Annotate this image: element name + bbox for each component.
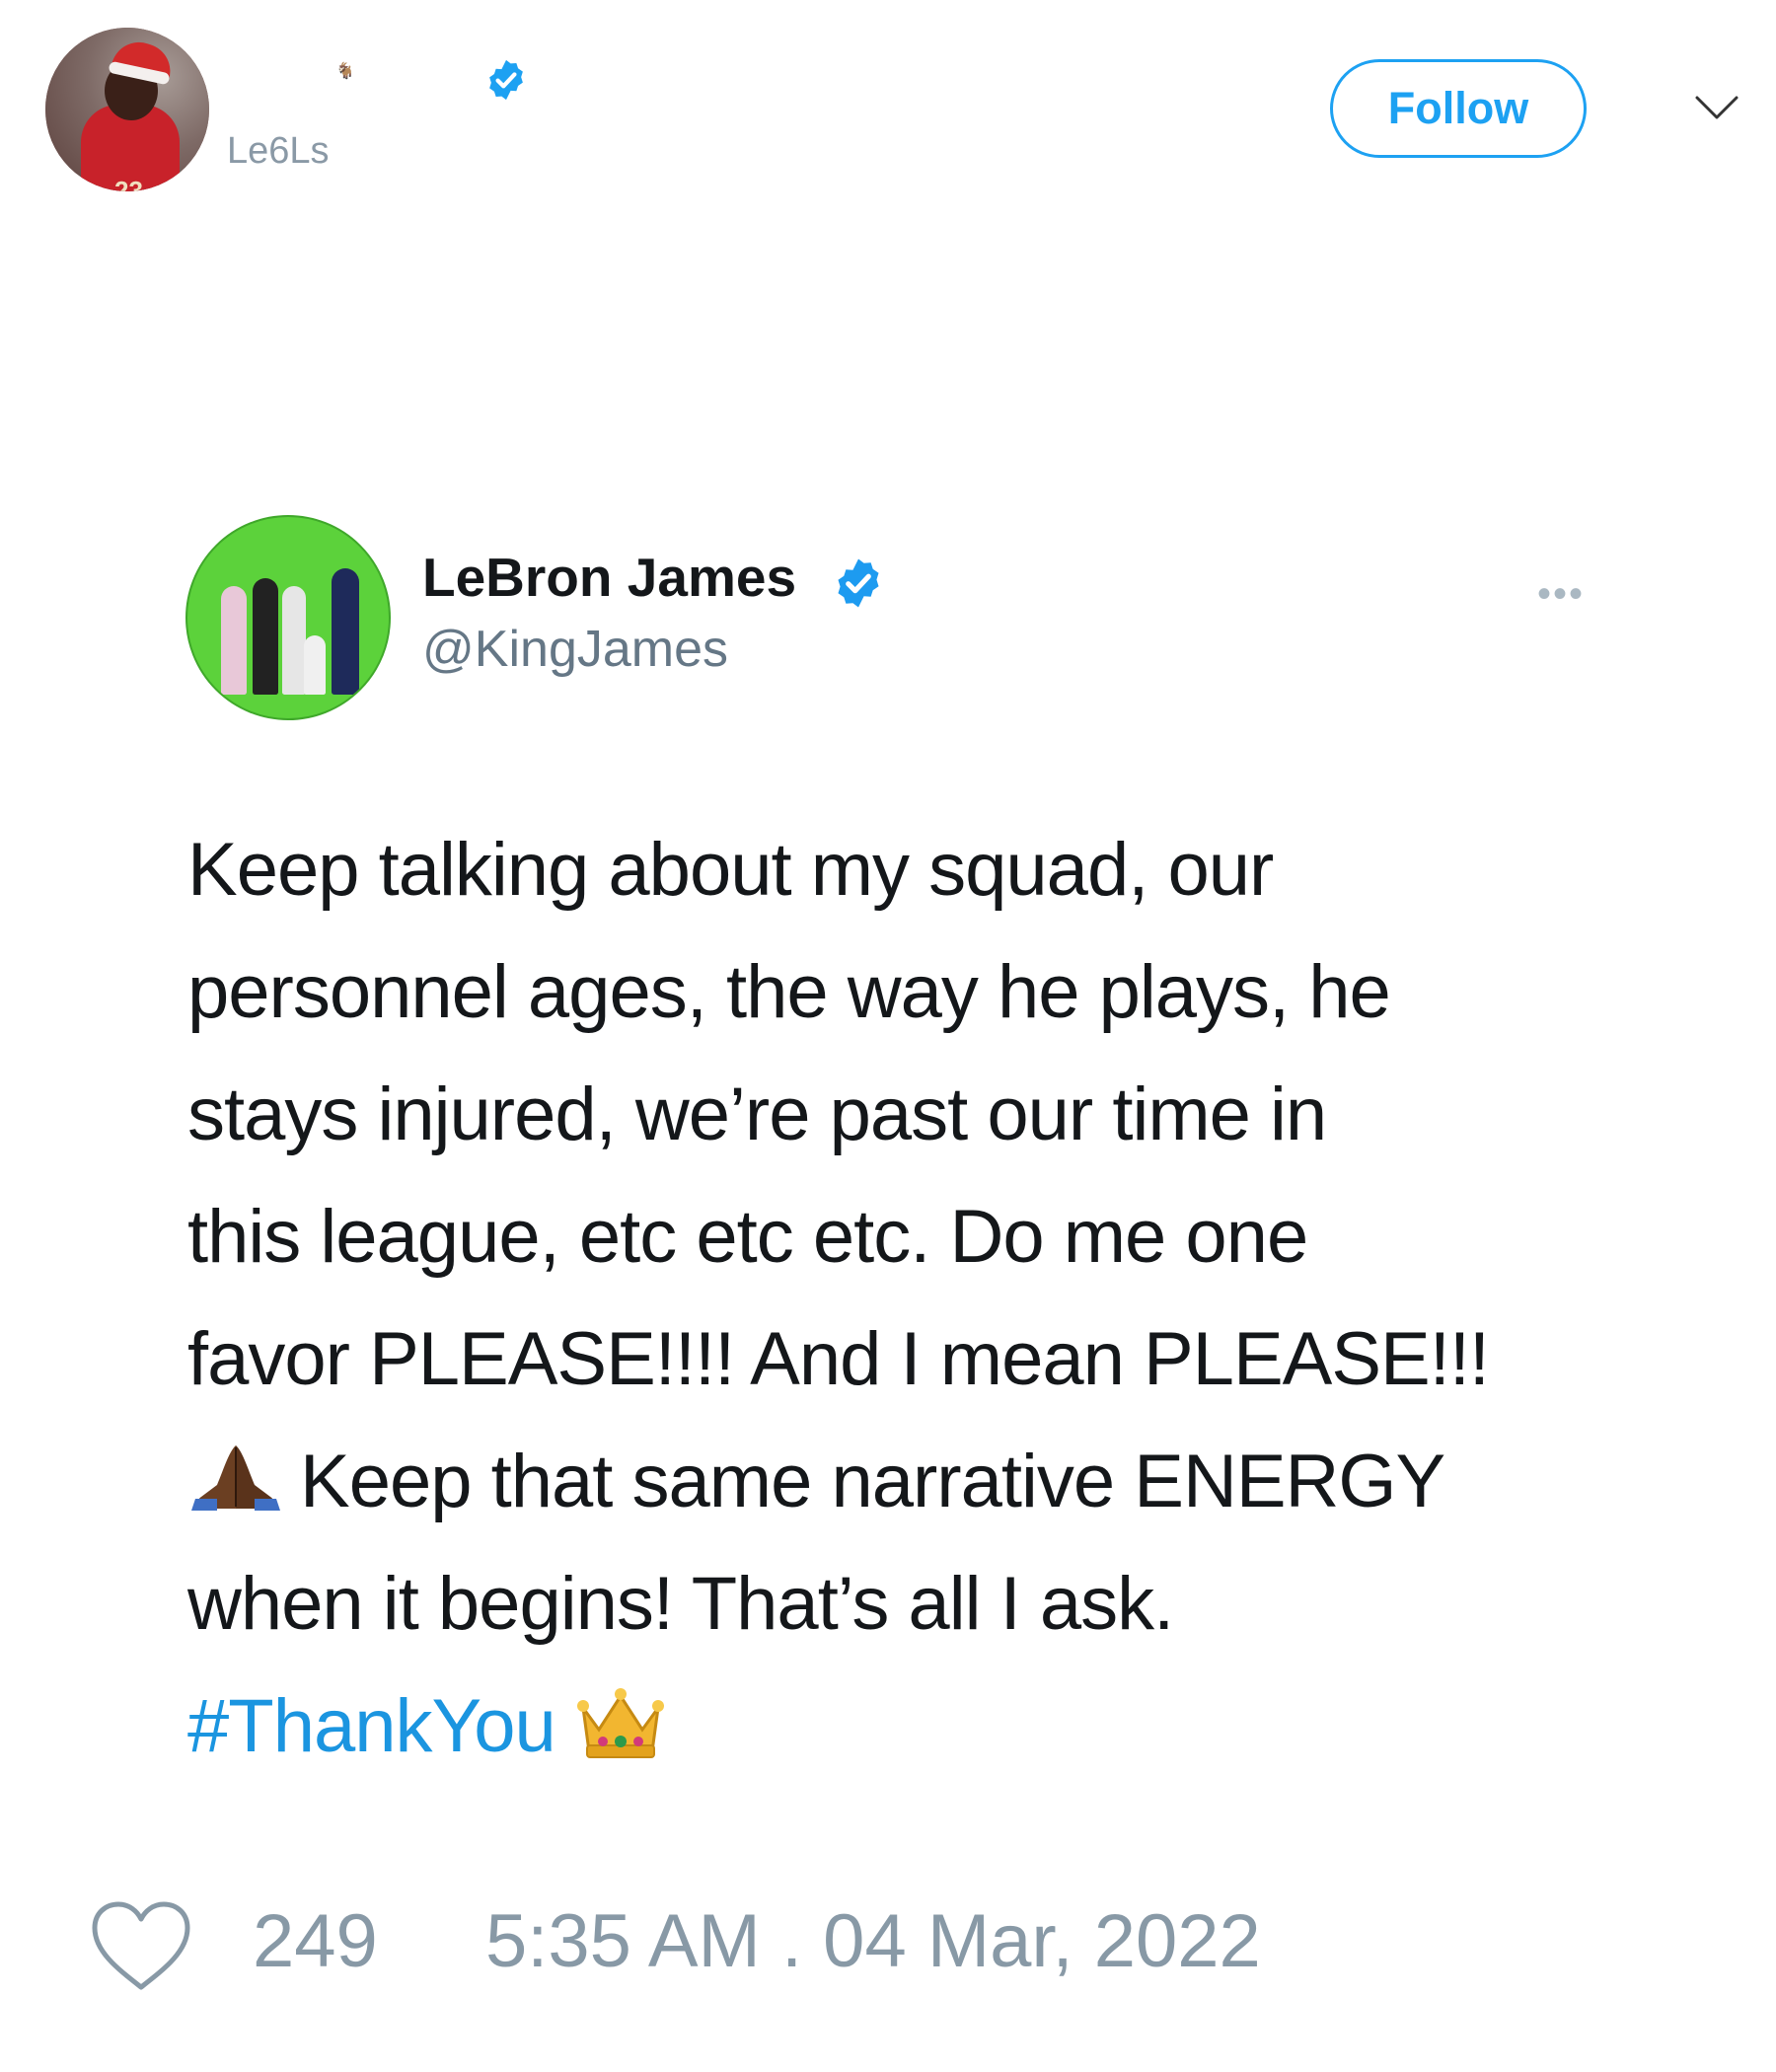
tweet-line: favor PLEASE!!!! And I mean PLEASE!!! — [187, 1317, 1490, 1401]
tweet-line: Keep that same narrative ENERGY — [300, 1440, 1445, 1523]
hashtag-link: #ThankYou — [187, 1684, 556, 1768]
author-avatar[interactable]: 23 — [45, 28, 209, 191]
like-count: 249 — [253, 1899, 378, 1983]
goat-emoji: 🐐 — [335, 63, 355, 80]
embedded-author-handle: @KingJames — [422, 621, 729, 678]
more-options-icon: ••• — [1537, 572, 1586, 616]
tweet-line: when it begins! That’s all I ask. — [187, 1562, 1174, 1646]
heart-icon[interactable] — [89, 1898, 193, 1993]
verified-badge-icon — [489, 59, 523, 101]
tweet-line: this league, etc etc etc. Do me one — [187, 1195, 1308, 1279]
tweet-line: Keep talking about my squad, our — [187, 828, 1274, 912]
embedded-author-avatar — [185, 515, 391, 720]
verified-badge-icon — [838, 558, 879, 608]
tweet-line-with-emoji: Keep that same narrative ENERGY — [187, 1421, 1648, 1543]
author-handle[interactable]: Le6Ls — [227, 130, 330, 173]
tweet-hashtag-line: #ThankYou — [187, 1665, 1648, 1788]
praying-hands-emoji — [191, 1445, 280, 1511]
tweet-line: personnel ages, the way he plays, he — [187, 950, 1391, 1034]
follow-button[interactable]: Follow — [1330, 59, 1587, 158]
embedded-author-name: LeBron James — [422, 547, 797, 608]
crown-emoji — [576, 1688, 664, 1758]
tweet-line: stays injured, we’re past our time in — [187, 1073, 1327, 1156]
tweet-timestamp[interactable]: 5:35 AM . 04 Mar, 2022 — [485, 1898, 1261, 1984]
tweet-text: Keep talking about my squad, our personn… — [187, 809, 1648, 1788]
chevron-down-icon[interactable] — [1695, 95, 1739, 120]
